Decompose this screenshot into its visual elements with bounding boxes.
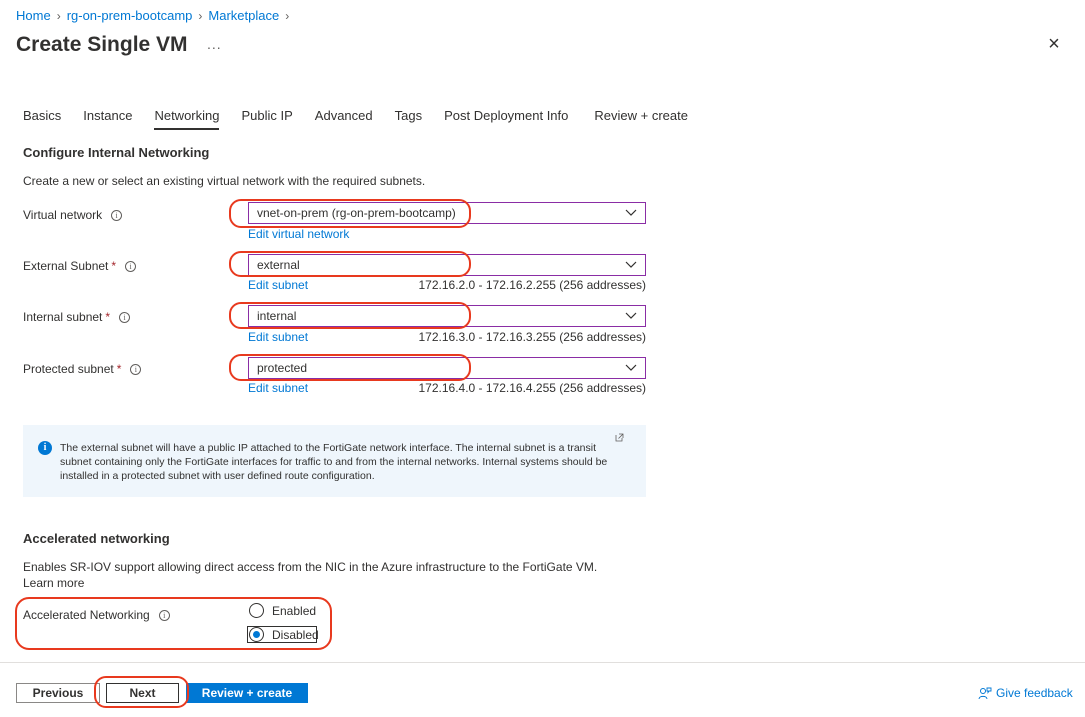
chevron-right-icon: › [285,8,290,23]
accelerated-networking-label: Accelerated Networking i [23,608,170,622]
chevron-down-icon [625,364,637,371]
breadcrumb-marketplace[interactable]: Marketplace [208,8,279,23]
accelerated-networking-label-text: Accelerated Networking [23,608,150,622]
tab-tags[interactable]: Tags [395,108,422,130]
edit-virtual-network-link[interactable]: Edit virtual network [248,227,349,241]
internal-subnet-value: internal [257,309,297,323]
info-icon[interactable]: i [111,209,123,221]
tab-basics[interactable]: Basics [23,108,61,130]
info-icon[interactable]: i [158,609,170,621]
internal-subnet-range: 172.16.3.0 - 172.16.3.255 (256 addresses… [418,330,647,344]
radio-enabled-label: Enabled [272,603,317,618]
required-marker: * [105,310,111,324]
radio-disabled[interactable]: Disabled [249,627,319,642]
wizard-tabs: Basics Instance Networking Public IP Adv… [23,108,710,130]
edit-internal-subnet-link[interactable]: Edit subnet [248,330,308,344]
tab-public-ip[interactable]: Public IP [241,108,292,130]
breadcrumb-home[interactable]: Home [16,8,51,23]
external-subnet-range: 172.16.2.0 - 172.16.2.255 (256 addresses… [418,278,647,292]
radio-enabled[interactable]: Enabled [249,603,316,618]
radio-button-selected[interactable] [249,627,264,642]
virtual-network-label-text: Virtual network [23,208,103,222]
external-subnet-value: external [257,258,300,272]
info-icon[interactable]: i [119,311,131,323]
previous-button[interactable]: Previous [16,683,100,703]
tab-review-create[interactable]: Review + create [594,108,688,130]
section-description: Create a new or select an existing virtu… [23,174,426,188]
give-feedback-label: Give feedback [996,686,1073,700]
breadcrumb: Home › rg-on-prem-bootcamp › Marketplace… [16,8,289,23]
info-icon[interactable]: i [125,260,137,272]
review-create-button[interactable]: Review + create [186,683,308,703]
info-message-box: i The external subnet will have a public… [23,425,646,497]
info-circle-icon: i [38,441,52,455]
chevron-down-icon [625,209,637,216]
info-icon[interactable]: i [130,363,142,375]
protected-subnet-range: 172.16.4.0 - 172.16.4.255 (256 addresses… [418,381,647,395]
protected-subnet-label-text: Protected subnet [23,362,114,376]
section-title-accelerated-networking: Accelerated networking [23,531,170,546]
protected-subnet-label: Protected subnet * i [23,362,142,376]
chevron-right-icon: › [56,8,61,23]
chevron-down-icon [625,261,637,268]
required-marker: * [116,362,122,376]
internal-subnet-label-text: Internal subnet [23,310,103,324]
internal-subnet-label: Internal subnet * i [23,310,131,324]
learn-more-link[interactable]: Learn more [23,576,84,590]
page-title: Create Single VM [16,33,188,56]
tab-post-deployment-info[interactable]: Post Deployment Info [444,108,568,130]
radio-button[interactable] [249,603,264,618]
edit-external-subnet-link[interactable]: Edit subnet [248,278,308,292]
external-link-icon[interactable] [615,433,624,442]
accelerated-description: Enables SR-IOV support allowing direct a… [23,560,598,574]
feedback-person-icon [978,687,992,699]
tab-networking[interactable]: Networking [154,108,220,130]
external-subnet-select[interactable]: external [248,254,646,276]
give-feedback-link[interactable]: Give feedback [978,686,1073,700]
tab-instance[interactable]: Instance [83,108,132,130]
internal-subnet-select[interactable]: internal [248,305,646,327]
external-subnet-label: External Subnet * i [23,259,137,273]
chevron-down-icon [625,312,637,319]
protected-subnet-select[interactable]: protected [248,357,646,379]
virtual-network-label: Virtual network i [23,208,123,222]
required-marker: * [111,259,117,273]
protected-subnet-value: protected [257,361,308,375]
next-button[interactable]: Next [106,683,179,703]
tab-advanced[interactable]: Advanced [315,108,373,130]
breadcrumb-resource-group[interactable]: rg-on-prem-bootcamp [67,8,193,23]
edit-protected-subnet-link[interactable]: Edit subnet [248,381,308,395]
close-icon[interactable]: × [1044,34,1064,54]
chevron-right-icon: › [198,8,203,23]
radio-disabled-label: Disabled [272,627,319,642]
external-subnet-label-text: External Subnet [23,259,109,273]
virtual-network-value: vnet-on-prem (rg-on-prem-bootcamp) [257,206,456,220]
info-message-text: The external subnet will have a public I… [60,442,608,482]
section-title-internal-networking: Configure Internal Networking [23,145,210,160]
more-options-button[interactable]: ... [207,36,222,52]
virtual-network-select[interactable]: vnet-on-prem (rg-on-prem-bootcamp) [248,202,646,224]
